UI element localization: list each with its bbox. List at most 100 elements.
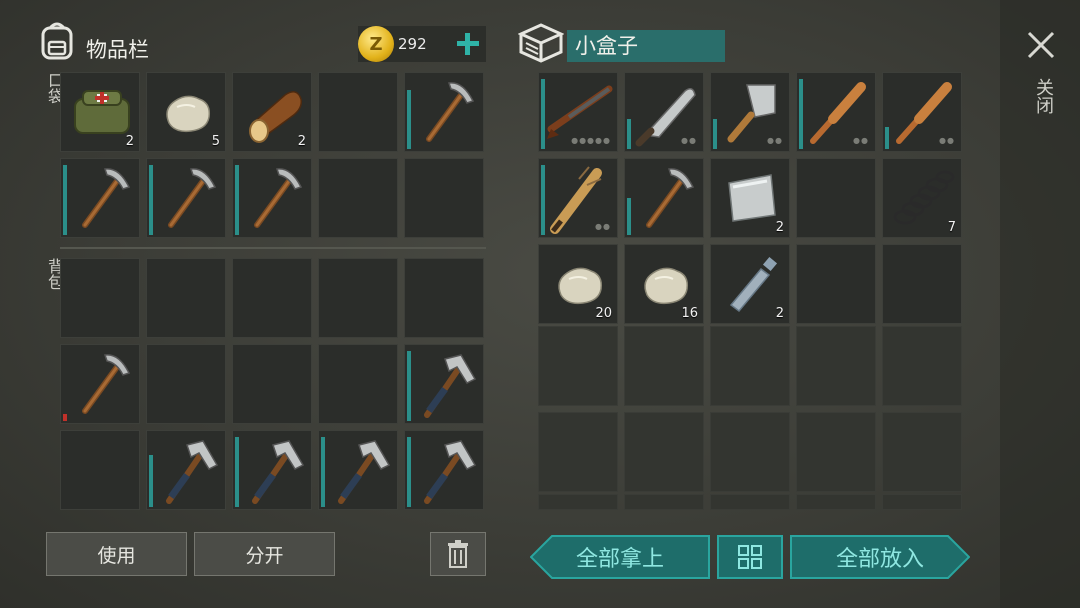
pocket-slot[interactable]: [60, 158, 140, 238]
pocket-slot[interactable]: [146, 158, 226, 238]
backpack-slot[interactable]: [232, 344, 312, 424]
box-empty-slot[interactable]: [624, 412, 704, 492]
item-quality-dots: ●●: [767, 136, 783, 145]
backpack-slot[interactable]: [146, 430, 226, 510]
hammer-pick-icon: [338, 440, 391, 504]
backpack-slot[interactable]: [318, 258, 398, 338]
box-slot[interactable]: ●●: [624, 72, 704, 152]
take-all-button[interactable]: 全部拿上: [530, 535, 710, 579]
item-quality-dots: ●●: [853, 136, 869, 145]
take-all-label: 全部拿上: [575, 547, 664, 572]
box-empty-slot[interactable]: [710, 326, 790, 406]
item-count: 5: [211, 134, 220, 149]
box-slot[interactable]: ●●: [710, 72, 790, 152]
grid-sort-icon: [738, 545, 762, 569]
backpack-slot[interactable]: [60, 430, 140, 510]
hammer-pick-icon: [252, 440, 305, 504]
box-empty-slot[interactable]: [796, 412, 876, 492]
trash-button[interactable]: [430, 532, 486, 576]
box-empty-slot[interactable]: [538, 494, 618, 510]
box-slot[interactable]: 2: [710, 244, 790, 324]
box-slot[interactable]: ●●: [796, 72, 876, 152]
pocket-slot[interactable]: [318, 158, 398, 238]
pocket-slot[interactable]: [232, 158, 312, 238]
pocket-slot[interactable]: 2: [60, 72, 140, 152]
durability-bar: [407, 351, 411, 421]
durability-bar: [713, 119, 717, 149]
item-count: 2: [775, 220, 784, 235]
close-button[interactable]: 关闭: [1022, 26, 1060, 126]
use-button[interactable]: 使用: [46, 532, 187, 576]
box-empty-slot[interactable]: [538, 412, 618, 492]
backpack-slot[interactable]: [232, 430, 312, 510]
box-slot[interactable]: [796, 244, 876, 324]
pocket-slot[interactable]: 2: [232, 72, 312, 152]
item-count: 16: [681, 306, 698, 321]
item-quality-dots: ●●: [939, 136, 955, 145]
add-coins-button[interactable]: [452, 28, 484, 60]
backpack-slot[interactable]: [404, 430, 484, 510]
hammer-pick-icon: [166, 440, 219, 504]
box-empty-slot[interactable]: [796, 494, 876, 510]
backpack-slot[interactable]: [146, 344, 226, 424]
split-button[interactable]: 分开: [194, 532, 335, 576]
item-quality-dots: ●●: [595, 222, 611, 231]
backpack-slot[interactable]: [60, 258, 140, 338]
backpack-slot[interactable]: [404, 344, 484, 424]
item-count: 20: [595, 306, 612, 321]
durability-bar: [885, 127, 889, 149]
backpack-slot[interactable]: [318, 344, 398, 424]
box-slot[interactable]: 7: [882, 158, 962, 238]
box-empty-slot[interactable]: [710, 494, 790, 510]
backpack-slot[interactable]: [404, 258, 484, 338]
box-empty-slot[interactable]: [796, 326, 876, 406]
durability-bar: [407, 437, 411, 507]
box-empty-slot[interactable]: [624, 494, 704, 510]
close-icon: [1027, 31, 1055, 59]
backpack-slot[interactable]: [146, 258, 226, 338]
pocket-slot[interactable]: 5: [146, 72, 226, 152]
trash-icon: [448, 540, 468, 568]
put-all-label: 全部放入: [835, 547, 924, 572]
hammer-pick-icon: [424, 354, 477, 418]
inventory-title: 物品栏: [86, 38, 149, 62]
box-slot[interactable]: 2: [710, 158, 790, 238]
section-divider: [60, 247, 486, 249]
sort-button[interactable]: [717, 535, 783, 579]
box-empty-slot[interactable]: [882, 326, 962, 406]
pocket-slot[interactable]: [404, 158, 484, 238]
box-slot[interactable]: [882, 244, 962, 324]
box-empty-slot[interactable]: [710, 412, 790, 492]
box-empty-slot[interactable]: [882, 412, 962, 492]
pickaxe-icon: [82, 168, 131, 228]
backpack-icon: [38, 20, 76, 62]
pickaxe-icon: [426, 82, 475, 142]
put-all-button[interactable]: 全部放入: [790, 535, 970, 579]
box-empty-slot[interactable]: [882, 494, 962, 510]
close-label: 关闭: [1033, 78, 1054, 114]
box-slot[interactable]: [796, 158, 876, 238]
durability-bar: [799, 79, 803, 149]
backpack-slot[interactable]: [60, 344, 140, 424]
box-empty-slot[interactable]: [624, 326, 704, 406]
item-count: 2: [775, 306, 784, 321]
backpack-slot[interactable]: [318, 430, 398, 510]
box-title[interactable]: 小盒子: [567, 30, 725, 62]
box-slot[interactable]: ●●●●●: [538, 72, 618, 152]
coin-counter: Z 292: [358, 26, 486, 62]
pocket-slot[interactable]: [318, 72, 398, 152]
box-icon: [517, 22, 565, 64]
box-slot[interactable]: [624, 158, 704, 238]
box-slot[interactable]: 16: [624, 244, 704, 324]
plus-icon: [457, 33, 479, 55]
box-empty-slot[interactable]: [538, 326, 618, 406]
pocket-slot[interactable]: [404, 72, 484, 152]
pickaxe-icon: [168, 168, 217, 228]
box-slot[interactable]: 20: [538, 244, 618, 324]
durability-bar: [149, 455, 153, 507]
hammer-pick-icon: [424, 440, 477, 504]
box-slot[interactable]: ●●: [882, 72, 962, 152]
durability-bar: [627, 198, 631, 235]
backpack-slot[interactable]: [232, 258, 312, 338]
box-slot[interactable]: ●●: [538, 158, 618, 238]
